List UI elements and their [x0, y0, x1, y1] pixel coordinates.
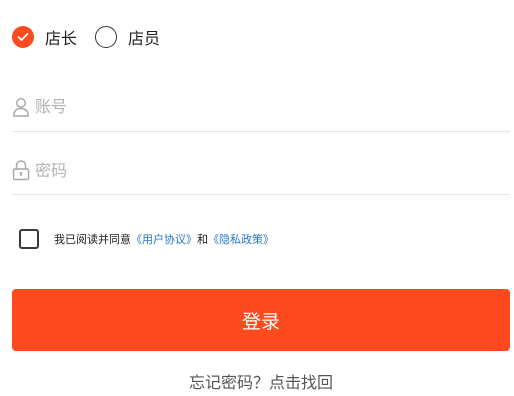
account-input[interactable] [35, 94, 475, 119]
role-option-manager[interactable]: 店长 [12, 25, 77, 49]
role-option-clerk[interactable]: 店员 [95, 25, 160, 49]
agreement-checkbox[interactable] [19, 228, 39, 249]
agreement-prefix: 我已阅读并同意 [54, 232, 131, 246]
agreement-text: 我已阅读并同意《用户协议》和《隐私政策》 [54, 231, 274, 247]
role-selector: 店长 店员 [12, 25, 160, 49]
login-button[interactable]: 登录 [12, 289, 510, 351]
forgot-password-link[interactable]: 忘记密码？点击找回 [0, 369, 514, 393]
login-page: 店长 店员 我已阅读并同意《用户协议》和《隐私政策》 [0, 0, 514, 396]
user-agreement-link[interactable]: 《用户协议》 [131, 233, 197, 246]
agreement-conjunction: 和 [197, 232, 208, 246]
role-label-clerk: 店员 [128, 29, 161, 48]
user-icon [12, 96, 30, 118]
radio-unchecked-icon[interactable] [95, 26, 118, 48]
privacy-policy-link[interactable]: 《隐私政策》 [208, 233, 274, 246]
password-input[interactable] [35, 158, 475, 182]
lock-icon [12, 159, 30, 181]
radio-checked-icon[interactable] [12, 26, 34, 48]
agreement-row: 我已阅读并同意《用户协议》和《隐私政策》 [19, 228, 274, 249]
role-label-manager: 店长 [45, 29, 78, 48]
account-field [12, 82, 510, 132]
password-field [12, 146, 510, 195]
